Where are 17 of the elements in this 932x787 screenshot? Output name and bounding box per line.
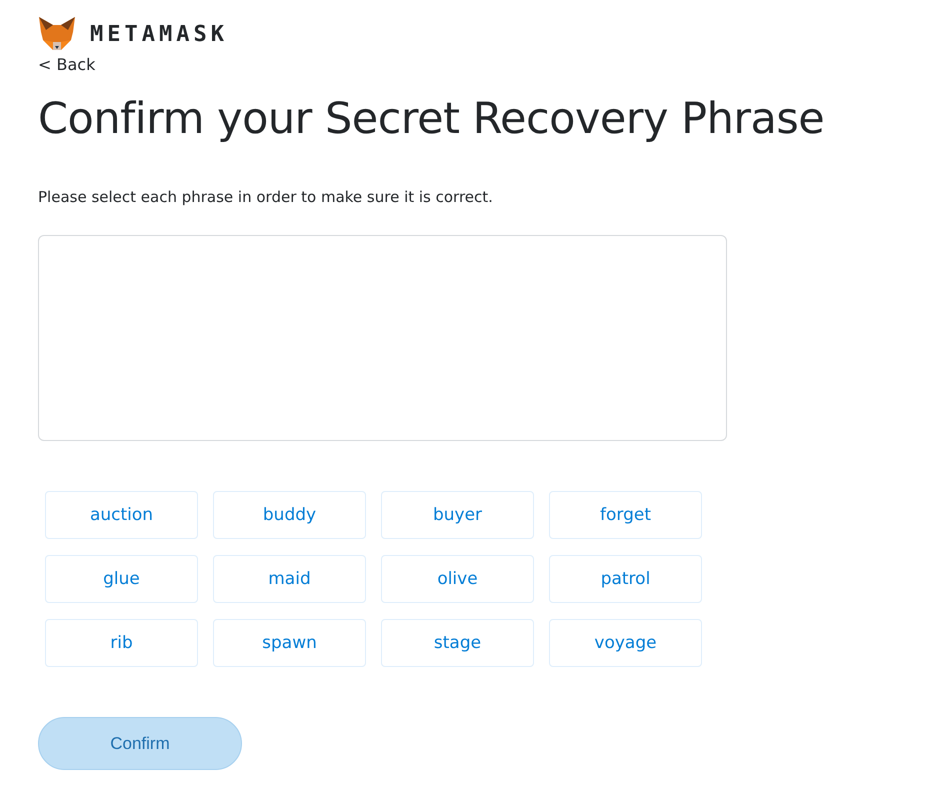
word-button[interactable]: forget xyxy=(549,491,702,539)
word-button[interactable]: rib xyxy=(45,619,198,667)
word-button[interactable]: stage xyxy=(381,619,534,667)
word-button[interactable]: glue xyxy=(45,555,198,603)
word-button[interactable]: voyage xyxy=(549,619,702,667)
word-button[interactable]: maid xyxy=(213,555,366,603)
word-button[interactable]: patrol xyxy=(549,555,702,603)
instructions: Please select each phrase in order to make sure it is correct. xyxy=(38,188,494,206)
page-title: Confirm your Secret Recovery Phrase xyxy=(38,94,826,144)
word-button[interactable]: buddy xyxy=(213,491,366,539)
fox-icon xyxy=(38,16,76,52)
back-link[interactable]: < Back xyxy=(38,55,96,74)
word-button[interactable]: buyer xyxy=(381,491,534,539)
word-button[interactable]: olive xyxy=(381,555,534,603)
word-button[interactable]: spawn xyxy=(213,619,366,667)
word-button[interactable]: auction xyxy=(45,491,198,539)
brand-name: METAMASK xyxy=(90,22,228,46)
